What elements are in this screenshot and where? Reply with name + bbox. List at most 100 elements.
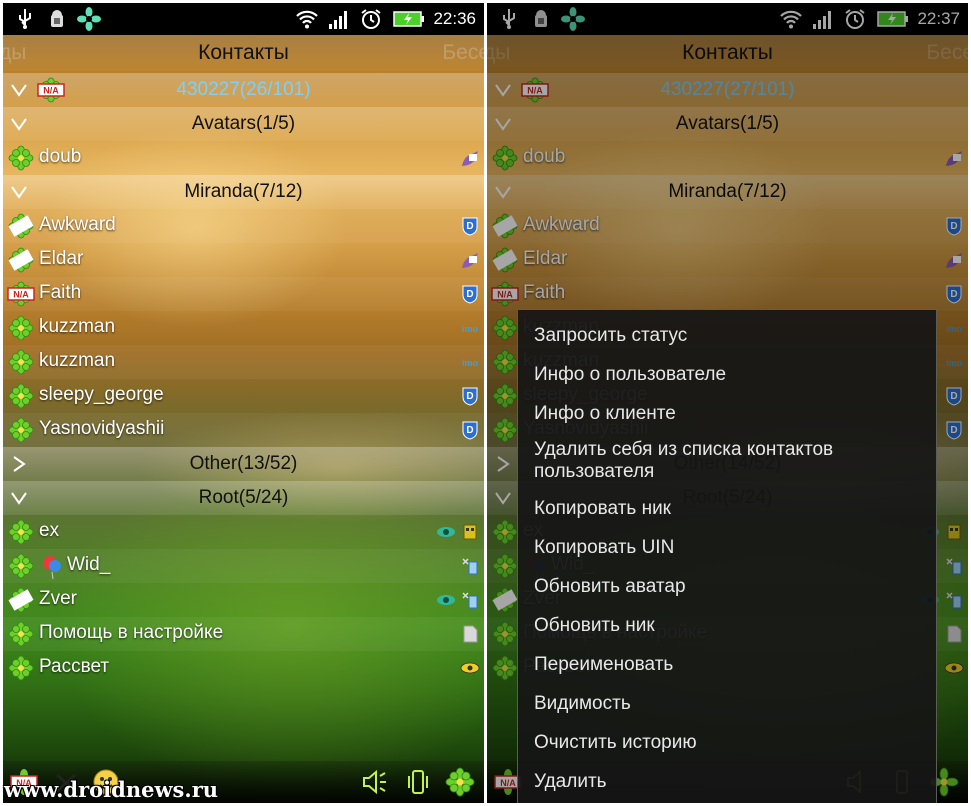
svg-text:imo: imo [462, 358, 479, 368]
contact-row[interactable]: kuzzman imo [3, 311, 484, 345]
watermark: www.droidnews.ru [4, 777, 219, 802]
eye-icon [437, 595, 455, 605]
balloon-icon [43, 556, 61, 580]
menu-item[interactable]: Копировать UIN [518, 528, 936, 567]
na-status-icon: N/A [7, 281, 35, 307]
menu-item[interactable]: Запросить статус [518, 316, 936, 355]
icq-online-icon [8, 655, 34, 681]
icq-online-icon [8, 383, 34, 409]
menu-item[interactable]: Переименовать [518, 645, 936, 684]
usb-icon [19, 9, 31, 29]
contact-row[interactable]: sleepy_george D [3, 379, 484, 413]
icq-online-icon [8, 315, 34, 341]
eye-yellow-icon [460, 662, 480, 674]
icq-away-icon [8, 247, 34, 273]
svg-text:D: D [466, 221, 473, 232]
menu-item[interactable]: Инфо о пользователе [518, 355, 936, 394]
android-debug-icon [51, 10, 63, 27]
sound-toggle-icon[interactable] [359, 767, 389, 797]
imo-icon: imo [462, 324, 479, 334]
contact-name: Faith [39, 282, 82, 303]
qip-icon: D [462, 421, 478, 440]
group-row[interactable]: Other(13/52) [3, 447, 484, 481]
signal-icon [329, 11, 347, 29]
group-row[interactable]: Root(5/24) [3, 481, 484, 515]
contact-name: Yasnovidyashii [39, 418, 165, 439]
contact-name: kuzzman [39, 350, 116, 371]
contact-row[interactable]: Помощь в настройке [3, 617, 484, 651]
contact-name: Eldar [39, 248, 84, 269]
qip-icon: D [462, 387, 478, 406]
contact-name: sleepy_george [39, 384, 164, 405]
icq-away-icon [8, 587, 34, 613]
mobile-client-icon [462, 592, 478, 609]
contact-name: doub [39, 146, 82, 167]
contact-name: ex [39, 520, 60, 541]
icq-online-icon [8, 519, 34, 545]
menu-item[interactable]: Очистить историю [518, 723, 936, 762]
contact-row[interactable]: ex [3, 515, 484, 549]
group-row[interactable]: Avatars(1/5) [3, 107, 484, 141]
svg-text:D: D [466, 289, 473, 300]
menu-item[interactable]: Удалить [518, 762, 936, 801]
contact-row[interactable]: Yasnovidyashii D [3, 413, 484, 447]
contact-row[interactable]: Рассвет [3, 651, 484, 685]
contact-list: N/A 430227(26/101) Avatars(1/5) doub Miranda… [3, 73, 484, 685]
icq-main-status-icon[interactable] [445, 767, 475, 797]
qip-icon: D [462, 217, 478, 236]
contact-row[interactable]: Awkward D [3, 209, 484, 243]
svg-text:imo: imo [462, 324, 479, 334]
menu-item[interactable]: Копировать ник [518, 489, 936, 528]
eye-icon [437, 527, 455, 537]
clock: 22:36 [433, 9, 476, 28]
phone-screen-right: 22:37 ды Контакты Бесе N/A430227(27/101)… [487, 3, 968, 803]
contact-row[interactable]: doub [3, 141, 484, 175]
menu-item[interactable]: Обновить аватар [518, 567, 936, 606]
icq-away-icon [8, 213, 34, 239]
next-tab-label[interactable]: Бесе [442, 41, 484, 65]
contact-name: Рассвет [39, 656, 110, 677]
group-label: Avatars(1/5) [191, 113, 296, 134]
contact-name: Zver [39, 588, 77, 609]
icq-online-icon [8, 417, 34, 443]
group-label: Root(5/24) [198, 487, 289, 508]
group-label: Other(13/52) [189, 453, 298, 474]
contact-context-menu: Запросить статус Инфо о пользователе Инфо … [517, 309, 937, 803]
contact-name: Awkward [39, 214, 116, 235]
miranda-icon [462, 253, 478, 268]
battery-charging-icon [393, 11, 424, 27]
icq-online-icon [8, 145, 34, 171]
status-bar: 22:36 [3, 3, 484, 35]
phone-screen-left: 22:36 ды Контакты Бесе N/A430227(26/101)… [3, 3, 484, 803]
icq-online-icon [8, 621, 34, 647]
page-title: Контакты [198, 41, 289, 64]
icq-online-icon [8, 553, 34, 579]
menu-item[interactable]: Видимость [518, 684, 936, 723]
contact-row[interactable]: N/A Faith D [3, 277, 484, 311]
imo-icon: imo [462, 358, 479, 368]
account-label: 430227(26/101) [176, 79, 311, 100]
contact-row[interactable]: Eldar [3, 243, 484, 277]
contact-name: kuzzman [39, 316, 116, 337]
group-row[interactable]: N/A 430227(26/101) [3, 73, 484, 107]
document-icon [463, 625, 478, 643]
contact-row[interactable]: Zver [3, 583, 484, 617]
contact-name: Wid_ [67, 554, 111, 575]
menu-item[interactable]: Удалить себя из списка контактов пользов… [518, 433, 936, 489]
title-bar: ды Контакты Бесе [3, 35, 484, 71]
wifi-icon [296, 10, 318, 29]
group-row[interactable]: Miranda(7/12) [3, 175, 484, 209]
contact-row[interactable]: Wid_ [3, 549, 484, 583]
icq-online-icon [8, 349, 34, 375]
qip-icon: D [462, 285, 478, 304]
contact-row[interactable]: kuzzman imo [3, 345, 484, 379]
menu-item[interactable]: Обновить ник [518, 606, 936, 645]
na-badge-text: N/A [13, 290, 29, 300]
group-label: Miranda(7/12) [184, 181, 303, 202]
svg-text:D: D [466, 391, 473, 402]
svg-text:D: D [466, 425, 473, 436]
menu-item[interactable]: Инфо о клиенте [518, 394, 936, 433]
vibrate-toggle-icon[interactable] [403, 767, 433, 797]
contact-name: Помощь в настройке [39, 622, 224, 643]
mobile-client-icon [462, 558, 478, 575]
